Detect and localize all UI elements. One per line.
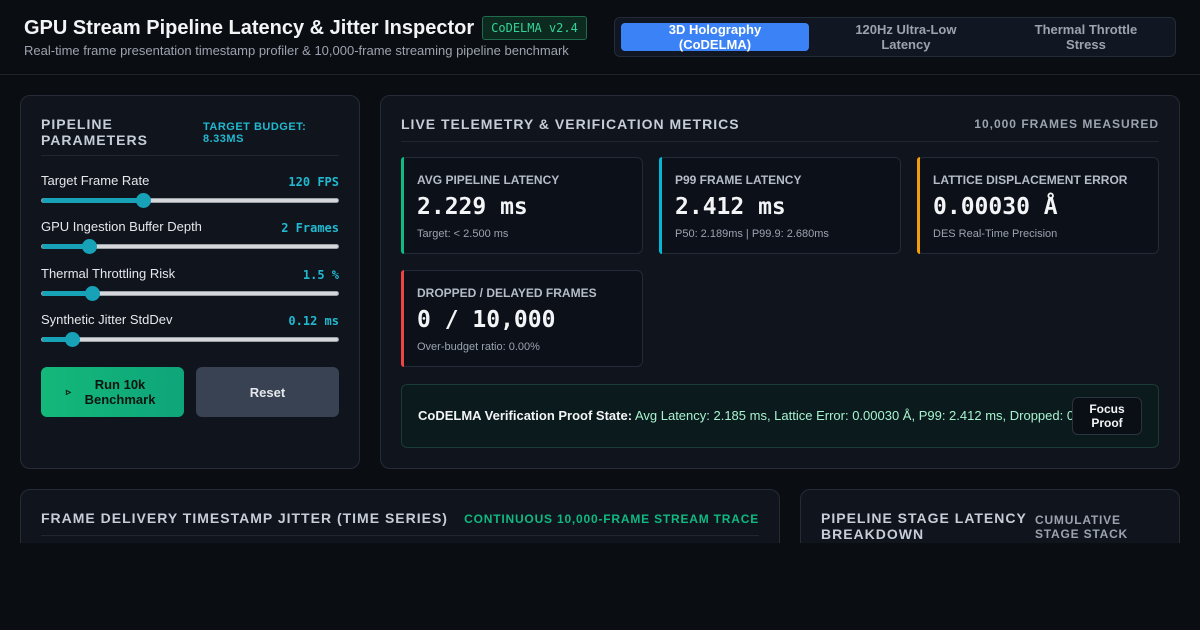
version-badge: CoDELMA v2.4: [482, 16, 587, 40]
app-header: GPU Stream Pipeline Latency & Jitter Ins…: [0, 0, 1200, 75]
proof-state-values: Avg Latency: 2.185 ms, Lattice Error: 0.…: [634, 408, 1075, 423]
card-value: 2.412 ms: [675, 194, 786, 220]
card-label: P99 Frame Latency: [675, 173, 802, 187]
reset-button[interactable]: Reset: [196, 367, 339, 417]
param-target-frame-rate: Target Frame Rate 120 FPS: [41, 173, 339, 213]
jitter-title: Frame Delivery Timestamp Jitter (Time Se…: [41, 510, 448, 526]
slider-thumb[interactable]: [85, 286, 101, 301]
stage-title: Pipeline Stage Latency Breakdown: [821, 510, 1027, 542]
tab-thermal-throttle-stress[interactable]: Thermal Throttle Stress: [995, 22, 1169, 52]
card-value: 0.00030 Å: [933, 194, 1058, 220]
run-benchmark-label: Run 10k Benchmark: [84, 377, 156, 407]
run-benchmark-button[interactable]: ▹ Run 10k Benchmark: [41, 367, 184, 417]
metric-card-avg-latency: Avg Pipeline Latency 2.229 ms Target: < …: [401, 157, 643, 254]
page-title: GPU Stream Pipeline Latency & Jitter Ins…: [24, 16, 475, 39]
slider-thumb[interactable]: [64, 332, 80, 347]
param-value: 0.12 ms: [288, 314, 339, 328]
verification-proof-banner: CoDELMA Verification Proof State: Avg La…: [401, 384, 1159, 448]
proof-state-text: CoDELMA Verification Proof State: Avg La…: [418, 408, 1074, 423]
card-accent: [401, 157, 404, 254]
card-subtext: Target: < 2.500 ms: [417, 228, 509, 240]
param-value: 1.5 %: [302, 268, 339, 282]
card-label: Lattice Displacement Error: [933, 173, 1128, 187]
play-icon: ▹: [65, 386, 72, 398]
focus-proof-button[interactable]: Focus Proof: [1072, 397, 1142, 435]
param-value: 120 FPS: [288, 175, 339, 189]
telemetry-header: Live Telemetry & Verification Metrics 10…: [401, 116, 1159, 142]
thermal-risk-slider[interactable]: [41, 286, 339, 301]
slider-thumb[interactable]: [135, 193, 151, 208]
card-accent: [917, 157, 920, 254]
params-header: Pipeline Parameters Target Budget: 8.33m…: [41, 116, 339, 156]
jitter-header: Frame Delivery Timestamp Jitter (Time Se…: [41, 510, 759, 536]
metric-card-dropped-frames: Dropped / Delayed Frames 0 / 10,000 Over…: [401, 270, 643, 367]
param-value: 2 Frames: [281, 221, 339, 235]
card-label: Avg Pipeline Latency: [417, 173, 560, 187]
param-label: Thermal Throttling Risk: [41, 266, 176, 281]
metric-card-lattice-error: Lattice Displacement Error 0.00030 Å DES…: [917, 157, 1159, 254]
viewport-fade: [0, 543, 1200, 630]
card-label: Dropped / Delayed Frames: [417, 286, 597, 300]
param-label: Target Frame Rate: [41, 173, 150, 188]
title-row: GPU Stream Pipeline Latency & Jitter Ins…: [24, 16, 587, 40]
card-accent: [401, 270, 404, 367]
preset-tabs: 3D Holography (CoDELMA) 120Hz Ultra-Low …: [614, 17, 1176, 57]
tab-3d-holography[interactable]: 3D Holography (CoDELMA): [621, 22, 809, 52]
jitter-stddev-slider[interactable]: [41, 332, 339, 347]
tab-120hz-ultra-low-latency[interactable]: 120Hz Ultra-Low Latency: [811, 22, 993, 52]
params-title: Pipeline Parameters: [41, 116, 148, 148]
card-subtext: DES Real-Time Precision: [933, 228, 1058, 240]
card-accent: [659, 157, 662, 254]
metric-card-p99-latency: P99 Frame Latency 2.412 ms P50: 2.189ms …: [659, 157, 901, 254]
cumulative-stack-label: Cumulative Stage Stack: [1035, 513, 1129, 541]
card-subtext: Over-budget ratio: 0.00%: [417, 341, 540, 353]
slider-thumb[interactable]: [82, 239, 98, 254]
param-buffer-depth: GPU Ingestion Buffer Depth 2 Frames: [41, 219, 339, 259]
param-label: GPU Ingestion Buffer Depth: [41, 219, 202, 234]
slider-fill: [42, 198, 143, 203]
page-subtitle: Real-time frame presentation timestamp p…: [24, 43, 569, 58]
pipeline-parameters-panel: Pipeline Parameters Target Budget: 8.33m…: [20, 95, 360, 469]
proof-state-label: CoDELMA Verification Proof State:: [418, 408, 633, 423]
param-jitter-stddev: Synthetic Jitter StdDev 0.12 ms: [41, 312, 339, 352]
frame-rate-slider[interactable]: [41, 193, 339, 208]
param-thermal-risk: Thermal Throttling Risk 1.5 %: [41, 266, 339, 306]
telemetry-panel: Live Telemetry & Verification Metrics 10…: [380, 95, 1180, 469]
telemetry-title: Live Telemetry & Verification Metrics: [401, 116, 740, 132]
param-label: Synthetic Jitter StdDev: [41, 312, 173, 327]
target-budget-label: Target Budget: 8.33ms: [203, 121, 307, 145]
buffer-depth-slider[interactable]: [41, 239, 339, 254]
card-value: 2.229 ms: [417, 194, 528, 220]
card-value: 0 / 10,000: [417, 307, 556, 333]
card-subtext: P50: 2.189ms | P99.9: 2.680ms: [675, 228, 829, 240]
frames-measured-label: 10,000 Frames Measured: [974, 117, 1159, 131]
stream-trace-label: Continuous 10,000-Frame Stream Trace: [464, 512, 759, 526]
